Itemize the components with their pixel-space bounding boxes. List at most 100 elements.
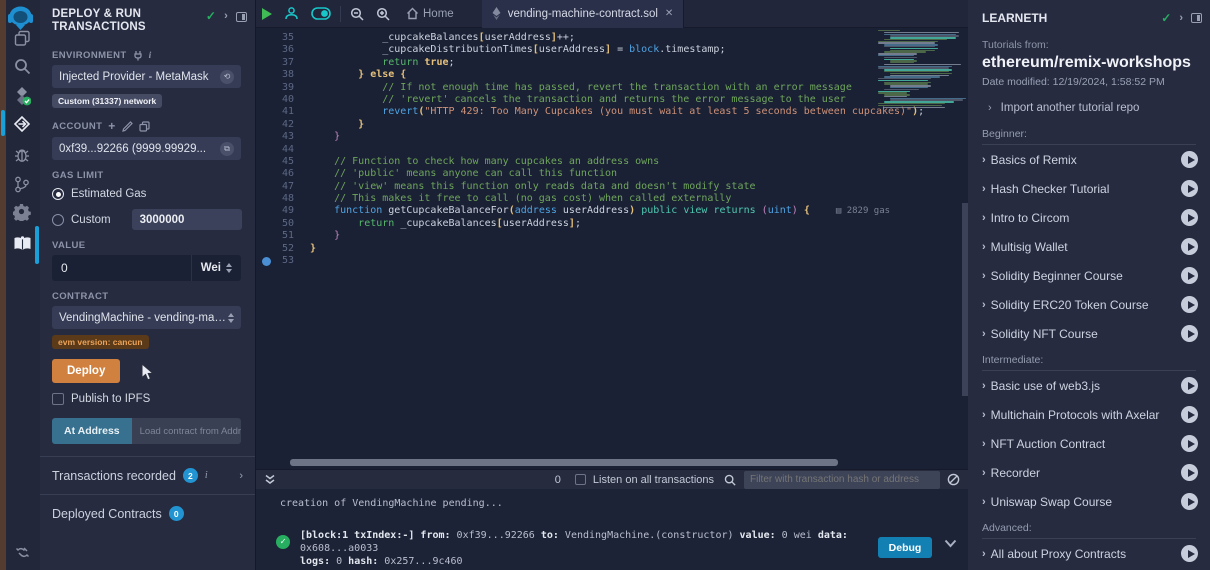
editor-horizontal-scrollbar[interactable] <box>290 459 838 466</box>
tutorial-expand-icon[interactable]: › <box>982 270 986 282</box>
code-line[interactable]: 42 } <box>256 119 924 131</box>
code-line[interactable]: 50 return _cupcakeBalances[userAddress]; <box>256 218 924 230</box>
tutorial-play-button[interactable] <box>1181 209 1198 226</box>
settings-gear-icon[interactable] <box>10 200 34 224</box>
tutorial-expand-icon[interactable]: › <box>982 183 986 195</box>
account-copy-icon[interactable]: ⧉ <box>220 142 234 156</box>
environment-select[interactable]: Injected Provider - MetaMask ⟲ <box>52 65 241 88</box>
transactions-expand-icon[interactable]: › <box>239 470 243 482</box>
import-repo-row[interactable]: › Import another tutorial repo <box>988 102 1210 114</box>
unit-stepper-icon[interactable] <box>226 263 232 273</box>
transactions-info-icon[interactable]: i <box>205 470 208 481</box>
code-line[interactable]: 41 revert("HTTP 429: Too Many Cupcakes (… <box>256 106 924 118</box>
code-line[interactable]: 35 _cupcakeBalances[userAddress]++; <box>256 32 924 44</box>
plugin-connector-icon[interactable] <box>10 540 34 564</box>
solidity-compiler-icon[interactable] <box>10 84 34 108</box>
clear-console-icon[interactable] <box>947 473 960 486</box>
value-input[interactable] <box>52 261 191 275</box>
account-select[interactable]: 0xf39...92266 (9999.99929... ⧉ <box>52 137 241 160</box>
transaction-log-entry[interactable]: ✓ [block:1 txIndex:-] from: 0xf39...9226… <box>276 529 850 568</box>
tutorial-item[interactable]: ›NFT Auction Contract <box>968 429 1210 458</box>
environment-info-icon[interactable]: i <box>149 51 152 61</box>
breakpoint-icon[interactable] <box>262 257 271 266</box>
tutorial-play-button[interactable] <box>1181 180 1198 197</box>
terminal-collapse-icon[interactable] <box>264 474 276 485</box>
file-tab[interactable]: vending-machine-contract.sol ✕ <box>482 0 685 28</box>
panel-expand-icon[interactable]: › <box>224 10 228 23</box>
tutorial-play-button[interactable] <box>1181 493 1198 510</box>
file-explorer-icon[interactable] <box>10 26 34 50</box>
code-line[interactable]: 46 // 'public' means anyone can call thi… <box>256 168 924 180</box>
editor-minimap[interactable] <box>878 30 956 140</box>
tutorial-item[interactable]: ›Solidity ERC20 Token Course <box>968 290 1210 319</box>
debugger-icon[interactable] <box>10 142 34 166</box>
learneth-pin-icon[interactable] <box>1191 13 1202 23</box>
learneth-book-icon[interactable] <box>10 232 34 256</box>
code-line[interactable]: 51 } <box>256 230 924 242</box>
tutorial-play-button[interactable] <box>1181 406 1198 423</box>
zoom-out-icon[interactable] <box>344 0 370 28</box>
code-line[interactable]: 38 } else { <box>256 69 924 81</box>
code-line[interactable]: 47 // 'view' means this function only re… <box>256 181 924 193</box>
code-editor[interactable]: 35 _cupcakeBalances[userAddress]++;36 _c… <box>256 28 968 486</box>
code-line[interactable]: 45 // Function to check how many cupcake… <box>256 156 924 168</box>
tutorial-item[interactable]: ›Basics of Remix <box>968 145 1210 174</box>
tutorial-item[interactable]: ›Uniswap Swap Course <box>968 487 1210 516</box>
environment-status-icon[interactable]: ⟲ <box>220 70 234 84</box>
tutorial-expand-icon[interactable]: › <box>982 299 986 311</box>
run-script-icon[interactable] <box>256 0 278 28</box>
tutorial-item[interactable]: ›All about Proxy Contracts <box>968 539 1210 568</box>
terminal-search-icon[interactable] <box>724 474 736 486</box>
code-line[interactable]: 37 return true; <box>256 57 924 69</box>
copy-address-icon[interactable] <box>139 121 150 132</box>
tutorial-expand-icon[interactable]: › <box>982 467 986 479</box>
tutorial-expand-icon[interactable]: › <box>982 496 986 508</box>
listen-all-checkbox[interactable] <box>575 474 586 485</box>
plug-icon[interactable] <box>133 50 143 61</box>
tutorial-play-button[interactable] <box>1181 267 1198 284</box>
tutorial-expand-icon[interactable]: › <box>982 438 986 450</box>
code-line[interactable]: 53 <box>256 255 924 267</box>
transactions-recorded-row[interactable]: Transactions recorded 2 i › <box>40 457 255 494</box>
tutorial-play-button[interactable] <box>1181 325 1198 342</box>
terminal-filter-input[interactable] <box>750 474 934 485</box>
tutorial-expand-icon[interactable]: › <box>982 409 986 421</box>
learneth-expand-icon[interactable]: › <box>1179 12 1183 24</box>
tutorial-play-button[interactable] <box>1181 545 1198 562</box>
terminal-filter[interactable] <box>744 471 940 489</box>
at-address-input[interactable]: Load contract from Addres <box>132 418 241 444</box>
add-account-icon[interactable]: + <box>108 119 115 133</box>
home-tab[interactable]: Home <box>396 0 460 28</box>
code-line[interactable]: 48 // This makes it free to call (no gas… <box>256 193 924 205</box>
tutorial-expand-icon[interactable]: › <box>982 328 986 340</box>
code-line[interactable]: 39 // If not enough time has passed, rev… <box>256 82 924 94</box>
tutorial-play-button[interactable] <box>1181 435 1198 452</box>
publish-ipfs-checkbox[interactable] <box>52 393 64 405</box>
code-line[interactable]: 49 function getCupcakeBalanceFor(address… <box>256 205 924 217</box>
tutorial-item[interactable]: ›Solidity NFT Course <box>968 319 1210 348</box>
deploy-run-icon[interactable] <box>10 112 34 136</box>
tutorial-play-button[interactable] <box>1181 238 1198 255</box>
custom-gas-option[interactable]: Custom <box>52 209 243 230</box>
deploy-button[interactable]: Deploy <box>52 359 120 383</box>
at-address-button[interactable]: At Address <box>52 418 132 444</box>
custom-gas-input[interactable] <box>132 209 242 230</box>
code-line[interactable]: 40 // 'revert' cancels the transaction a… <box>256 94 924 106</box>
tutorial-play-button[interactable] <box>1181 296 1198 313</box>
search-icon[interactable] <box>10 54 34 78</box>
tutorial-item[interactable]: ›Multichain Protocols with Axelar <box>968 400 1210 429</box>
estimated-gas-option[interactable]: Estimated Gas <box>52 188 243 200</box>
tx-expand-icon[interactable] <box>944 539 957 548</box>
contract-stepper-icon[interactable] <box>228 313 234 323</box>
tutorial-item[interactable]: ›Recorder <box>968 458 1210 487</box>
tutorial-expand-icon[interactable]: › <box>982 241 986 253</box>
tutorial-item[interactable]: ›Solidity Beginner Course <box>968 261 1210 290</box>
tutorial-item[interactable]: ›Basic use of web3.js <box>968 371 1210 400</box>
tutorial-play-button[interactable] <box>1181 377 1198 394</box>
tutorial-play-button[interactable] <box>1181 151 1198 168</box>
copilot-toggle-icon[interactable] <box>305 0 337 28</box>
estimated-gas-radio[interactable] <box>52 188 64 200</box>
tutorial-expand-icon[interactable]: › <box>982 380 986 392</box>
tutorial-expand-icon[interactable]: › <box>982 548 986 560</box>
publish-ipfs-option[interactable]: Publish to IPFS <box>52 393 243 405</box>
